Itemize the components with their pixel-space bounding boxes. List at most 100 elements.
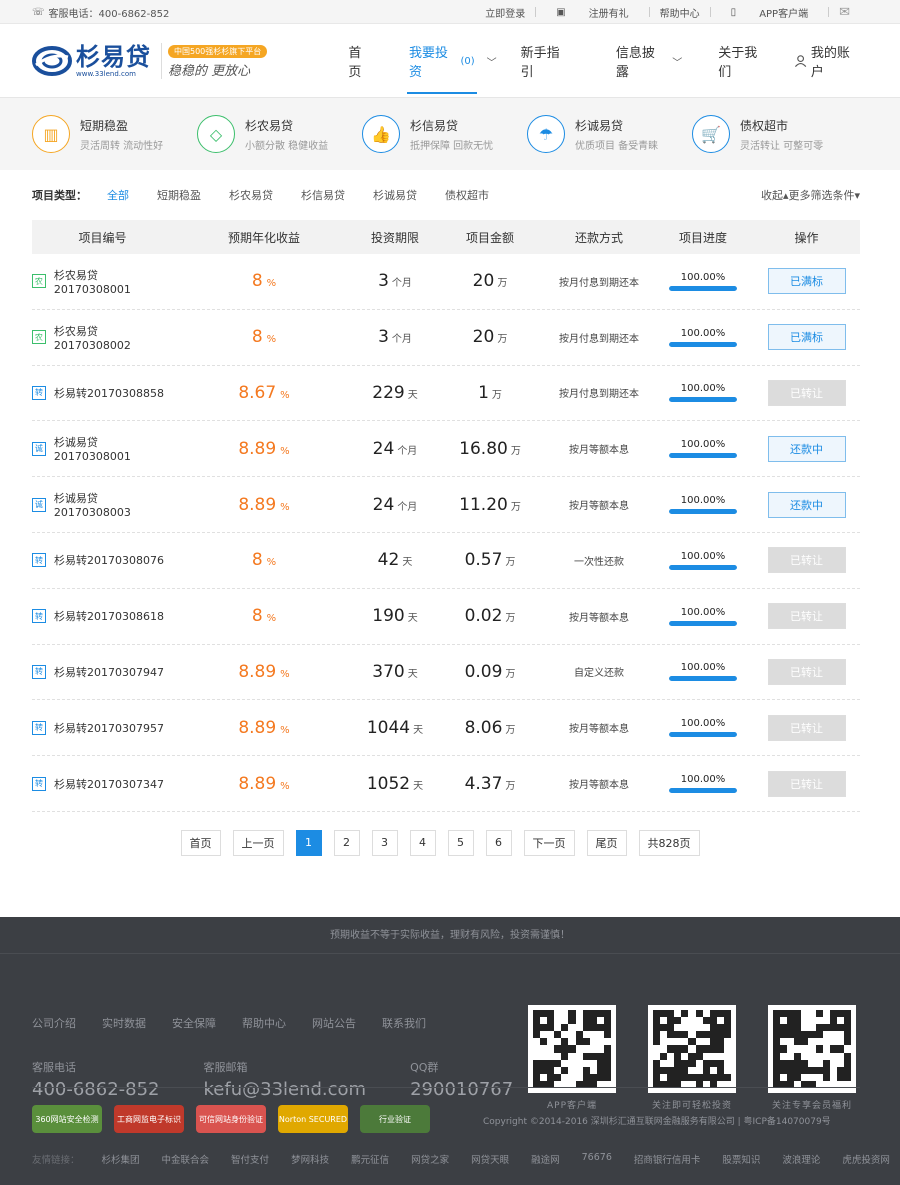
filter-option[interactable]: 杉信易贷	[301, 187, 345, 203]
nav-about[interactable]: 关于我们	[700, 24, 785, 98]
project-id-cell: 转杉易转20170308618	[32, 608, 173, 624]
term-cell: 1044 天	[355, 718, 435, 738]
project-name-link[interactable]: 杉易转20170307947	[54, 664, 164, 680]
action-button[interactable]: 还款中	[767, 435, 846, 462]
more-filters-toggle[interactable]: 收起▴更多筛选条件▾	[761, 187, 860, 203]
page-button[interactable]: 首页	[180, 829, 221, 856]
progress-text: 100.00%	[680, 495, 726, 507]
app-client-link[interactable]: ▯ APP客户端	[711, 5, 828, 20]
filter-option[interactable]: 全部	[107, 187, 129, 203]
category-1[interactable]: ▥ 短期稳盈 灵活周转 流动性好	[32, 115, 197, 153]
action-button[interactable]: 已转让	[767, 547, 846, 574]
action-button[interactable]: 已转让	[767, 658, 846, 685]
category-5[interactable]: 🛒 债权超市 灵活转让 可整可零	[692, 115, 857, 153]
project-name-link[interactable]: 杉易转20170307957	[54, 720, 164, 736]
page-button[interactable]: 尾页	[586, 829, 627, 856]
annual-rate: 8%	[252, 550, 276, 570]
footer-link[interactable]: 帮助中心	[242, 1015, 286, 1031]
logo-url: www.33lend.com	[76, 70, 136, 78]
login-link[interactable]: 立即登录	[475, 5, 535, 20]
project-name-link[interactable]: 杉易转20170308618	[54, 608, 164, 624]
page-button[interactable]: 6	[485, 829, 512, 856]
progress-cell: 100.00%	[653, 383, 753, 403]
nav-disclosure[interactable]: 信息披露 ﹀	[598, 24, 700, 98]
certification-badge[interactable]: 行业验证	[360, 1105, 430, 1133]
project-name-link[interactable]: 杉易转20170308076	[54, 552, 164, 568]
project-name-link[interactable]: 杉农易贷20170308001	[54, 267, 173, 296]
footer-link[interactable]: 实时数据	[102, 1015, 146, 1031]
amount-cell: 11.20 万	[435, 495, 545, 515]
register-link[interactable]: ▣ 注册有礼	[536, 5, 648, 20]
action-button[interactable]: 已满标	[767, 324, 846, 351]
friend-link[interactable]: 虎虎投资网	[842, 1152, 890, 1166]
friend-link[interactable]: 波浪理论	[782, 1152, 820, 1166]
friend-link[interactable]: 杉杉集团	[102, 1152, 140, 1166]
progress: 100.00%	[653, 439, 753, 459]
action-button[interactable]: 已转让	[767, 770, 846, 797]
logo[interactable]: 杉易贷 www.33lend.com 中国500强杉杉旗下平台 稳稳的 更放心	[32, 43, 322, 79]
filter-option[interactable]: 杉农易贷	[229, 187, 273, 203]
friend-link[interactable]: 梦网科技	[291, 1152, 329, 1166]
page-button[interactable]: 下一页	[523, 829, 575, 856]
category-title: 杉诚易贷	[575, 118, 624, 133]
project-name-link[interactable]: 杉诚易贷20170308003	[54, 490, 173, 519]
amount-cell: 1万	[435, 383, 545, 403]
action-button[interactable]: 已转让	[767, 714, 846, 741]
friend-link[interactable]: 网贷天眼	[471, 1152, 509, 1166]
footer-link[interactable]: 联系我们	[382, 1015, 426, 1031]
category-2[interactable]: ◇ 杉农易贷 小额分散 稳健收益	[197, 115, 362, 153]
filter-option[interactable]: 杉诚易贷	[373, 187, 417, 203]
progress-text: 100.00%	[680, 774, 726, 786]
friend-link[interactable]: 融途网	[531, 1152, 560, 1166]
certification-badge[interactable]: Norton SECURED	[278, 1105, 348, 1133]
chevron-down-icon[interactable]: ﹀	[487, 54, 497, 69]
footer-link[interactable]: 安全保障	[172, 1015, 216, 1031]
project-name-link[interactable]: 杉诚易贷20170308001	[54, 434, 173, 463]
certification-badge[interactable]: 可信网站身份验证	[196, 1105, 266, 1133]
page-button[interactable]: 上一页	[232, 829, 284, 856]
action-button[interactable]: 已满标	[767, 268, 846, 295]
repayment-method: 按月付息到期还本	[559, 389, 639, 401]
category-3[interactable]: 👍 杉信易贷 抵押保障 回款无忧	[362, 115, 527, 153]
friend-link[interactable]: 网贷之家	[411, 1152, 449, 1166]
term-value: 24	[372, 438, 395, 459]
annual-rate: 8.89%	[238, 774, 289, 794]
action-button[interactable]: 已转让	[767, 603, 846, 630]
progress: 100.00%	[653, 495, 753, 515]
friend-link[interactable]: 股票知识	[722, 1152, 760, 1166]
page-button[interactable]: 4	[409, 829, 436, 856]
page-button[interactable]: 3	[371, 829, 398, 856]
footer-link[interactable]: 网站公告	[312, 1015, 356, 1031]
friend-link[interactable]: 智付支付	[231, 1152, 269, 1166]
progress: 100.00%	[653, 272, 753, 291]
filter-option[interactable]: 债权超市	[445, 187, 489, 203]
wechat-icon[interactable]: ✉	[829, 5, 860, 20]
annual-rate: 8%	[252, 271, 276, 291]
friend-link[interactable]: 中金联合会	[162, 1152, 210, 1166]
project-name-link[interactable]: 杉易转20170307347	[54, 776, 164, 792]
certification-badge[interactable]: 360网站安全检测	[32, 1105, 102, 1133]
filter-option[interactable]: 短期稳盈	[157, 187, 201, 203]
friend-link[interactable]: 鹏元征信	[351, 1152, 389, 1166]
account-link[interactable]: 我的账户	[794, 42, 860, 80]
progress-fill	[669, 285, 737, 291]
nav-home[interactable]: 首页	[330, 24, 391, 98]
friend-link[interactable]: 招商银行信用卡	[634, 1152, 701, 1166]
nav-invest[interactable]: 我要投资 (0) ﹀	[391, 24, 497, 98]
nav-guide[interactable]: 新手指引	[503, 24, 588, 98]
friend-link[interactable]: 76676	[582, 1152, 612, 1166]
help-center-link[interactable]: 帮助中心	[650, 5, 710, 20]
page-button[interactable]: 2	[333, 829, 360, 856]
term: 24 个月	[373, 495, 418, 515]
certification-badge[interactable]: 工商网监电子标识	[114, 1105, 184, 1133]
friend-links: 友情链接： 杉杉集团 中金联合会 智付支付 梦网科技 鹏元征信 网贷之家 网贷天眼 融途网 76…	[32, 1152, 890, 1166]
page-button[interactable]: 5	[447, 829, 474, 856]
project-name-link[interactable]: 杉农易贷20170308002	[54, 323, 173, 352]
page-button[interactable]: 1	[295, 829, 322, 856]
footer-link[interactable]: 公司介绍	[32, 1015, 76, 1031]
action-button[interactable]: 还款中	[767, 491, 846, 518]
page-button[interactable]: 共828页	[638, 829, 700, 856]
project-name-link[interactable]: 杉易转20170308858	[54, 385, 164, 401]
action-button[interactable]: 已转让	[767, 379, 846, 406]
category-4[interactable]: ☂ 杉诚易贷 优质项目 备受青睐	[527, 115, 692, 153]
